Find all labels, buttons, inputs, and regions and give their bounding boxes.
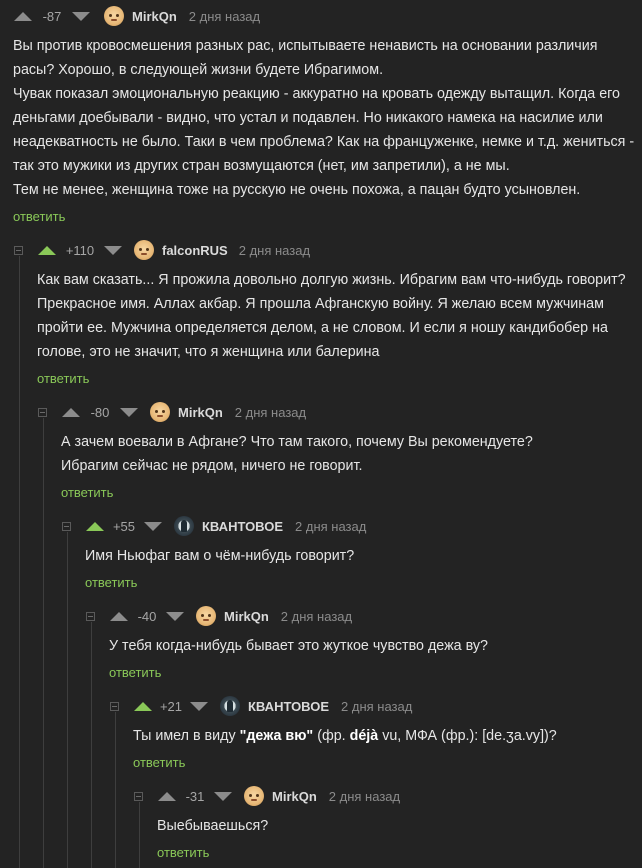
thread-line [115, 712, 116, 868]
upvote-icon[interactable] [14, 11, 32, 21]
thread-line [91, 622, 92, 868]
downvote-icon[interactable] [120, 407, 138, 417]
avatar[interactable] [174, 516, 194, 536]
rating: +110 [65, 242, 95, 258]
thread-line [67, 532, 68, 868]
text-line: Имя Ньюфаг вам о чём-нибудь говорит? [85, 548, 355, 564]
timestamp[interactable]: 2 дня назад [235, 405, 306, 420]
rating: -31 [185, 788, 205, 804]
comment-text: Имя Ньюфаг вам о чём-нибудь говорит? [85, 544, 635, 568]
downvote-icon[interactable] [72, 11, 90, 21]
comment-header: -40 MirkQn 2 дня назад [110, 606, 352, 626]
collapse-icon[interactable] [134, 792, 143, 801]
timestamp[interactable]: 2 дня назад [295, 519, 366, 534]
comment-header: +110 falconRUS 2 дня назад [38, 240, 310, 260]
text-span: vu, МФА (фр.): [de.ʒa.vy])? [378, 728, 557, 744]
downvote-icon[interactable] [166, 611, 184, 621]
timestamp[interactable]: 2 дня назад [341, 699, 412, 714]
rating: -40 [137, 608, 157, 624]
username[interactable]: КВАНТОВОЕ [202, 519, 283, 534]
reply-link[interactable]: ответить [61, 485, 113, 500]
comment-text: Вы против кровосмешения разных рас, испы… [13, 34, 638, 202]
comment-text: Как вам сказать... Я прожила довольно до… [37, 268, 637, 364]
text-line: неадекватность не было. Таки в чем пробл… [13, 134, 635, 150]
rating: -87 [42, 8, 62, 24]
reply-link[interactable]: ответить [37, 371, 89, 386]
downvote-icon[interactable] [190, 701, 208, 711]
upvote-icon[interactable] [134, 701, 152, 711]
reply-link[interactable]: ответить [85, 575, 137, 590]
comment-header: +55 КВАНТОВОЕ 2 дня назад [86, 516, 366, 536]
comment-header: -80 MirkQn 2 дня назад [62, 402, 306, 422]
upvote-icon[interactable] [86, 521, 104, 531]
rating: +55 [112, 518, 136, 534]
thread-line [139, 802, 140, 868]
text-line: так это мужики из других стран возмущают… [13, 158, 510, 174]
reply-link[interactable]: ответить [133, 755, 185, 770]
comment-text: У тебя когда-нибудь бывает это жуткое чу… [109, 634, 634, 658]
comment-text: Ты имел в виду "дежа вю" (фр. déjà vu, М… [133, 724, 638, 748]
downvote-icon[interactable] [144, 521, 162, 531]
text-line: Ибрагим сейчас не рядом, ничего не говор… [61, 458, 363, 474]
collapse-icon[interactable] [86, 612, 95, 621]
comment-text: Выебываешься? [157, 814, 637, 838]
comment-header: +21 КВАНТОВОЕ 2 дня назад [134, 696, 412, 716]
upvote-icon[interactable] [158, 791, 176, 801]
username[interactable]: КВАНТОВОЕ [248, 699, 329, 714]
collapse-icon[interactable] [14, 246, 23, 255]
thread-line [43, 418, 44, 868]
text-line: расы? Хорошо, в следующей жизни будете И… [13, 62, 384, 78]
collapse-icon[interactable] [38, 408, 47, 417]
text-line: Ты имел в виду "дежа вю" (фр. déjà vu, М… [133, 724, 638, 748]
username[interactable]: MirkQn [132, 9, 177, 24]
text-line: А зачем воевали в Афгане? Что там такого… [61, 434, 533, 450]
text-line: пройти ее. Мужчина определяется делом, а… [37, 320, 608, 336]
bold-text: déjà [349, 728, 379, 744]
text-line: Как вам сказать... Я прожила довольно до… [37, 272, 626, 288]
avatar[interactable] [220, 696, 240, 716]
text-line: У тебя когда-нибудь бывает это жуткое чу… [109, 638, 488, 654]
username[interactable]: MirkQn [224, 609, 269, 624]
avatar[interactable] [150, 402, 170, 422]
text-line: деньгами доебывали - видно, что устал и … [13, 110, 603, 126]
text-line: Тем не менее, женщина тоже на русскую не… [13, 182, 581, 198]
comment-header: -31 MirkQn 2 дня назад [158, 786, 400, 806]
avatar[interactable] [104, 6, 124, 26]
rating: +21 [159, 698, 183, 714]
text-line: Прекрасное имя. Аллах акбар. Я прошла Аф… [37, 296, 604, 312]
timestamp[interactable]: 2 дня назад [239, 243, 310, 258]
text-line: голове, это не значит, что я женщина или… [37, 344, 380, 360]
collapse-icon[interactable] [110, 702, 119, 711]
avatar[interactable] [196, 606, 216, 626]
timestamp[interactable]: 2 дня назад [329, 789, 400, 804]
thread-line [19, 256, 20, 868]
username[interactable]: falconRUS [162, 243, 228, 258]
timestamp[interactable]: 2 дня назад [189, 9, 260, 24]
text-span: (фр. [313, 728, 350, 744]
rating: -80 [90, 404, 110, 420]
reply-link[interactable]: ответить [13, 209, 65, 224]
timestamp[interactable]: 2 дня назад [281, 609, 352, 624]
comment-text: А зачем воевали в Афгане? Что там такого… [61, 430, 636, 478]
avatar[interactable] [244, 786, 264, 806]
text-span: Ты имел в виду [133, 728, 240, 744]
reply-link[interactable]: ответить [109, 665, 161, 680]
collapse-icon[interactable] [62, 522, 71, 531]
upvote-icon[interactable] [110, 611, 128, 621]
avatar[interactable] [134, 240, 154, 260]
reply-link[interactable]: ответить [157, 845, 209, 860]
bold-text: "дежа вю" [239, 728, 314, 744]
text-line: Выебываешься? [157, 818, 269, 834]
upvote-icon[interactable] [38, 245, 56, 255]
text-line: Вы против кровосмешения разных рас, испы… [13, 38, 598, 54]
comment-header: -87 MirkQn 2 дня назад [14, 6, 260, 26]
username[interactable]: MirkQn [272, 789, 317, 804]
text-line: Чувак показал эмоциональную реакцию - ак… [13, 86, 620, 102]
downvote-icon[interactable] [104, 245, 122, 255]
upvote-icon[interactable] [62, 407, 80, 417]
downvote-icon[interactable] [214, 791, 232, 801]
username[interactable]: MirkQn [178, 405, 223, 420]
